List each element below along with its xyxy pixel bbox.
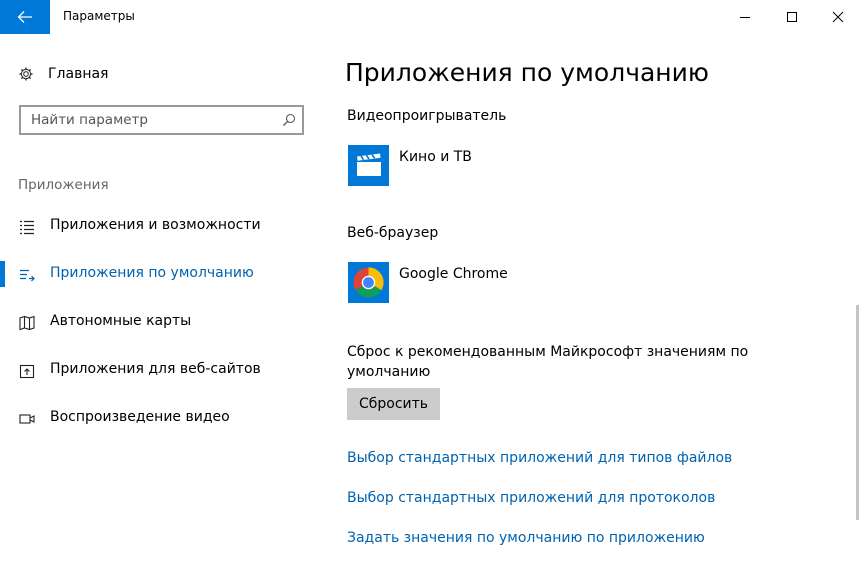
sidebar-item-label: Приложения по умолчанию (50, 265, 254, 281)
minimize-icon (740, 17, 750, 18)
sidebar-item-label: Автономные карты (50, 313, 192, 329)
maximize-button[interactable] (769, 0, 815, 34)
back-button[interactable] (0, 0, 50, 34)
web-browser-app-name: Google Chrome (399, 266, 508, 282)
default-apps-icon (20, 269, 35, 282)
gear-icon (19, 67, 33, 81)
reset-button[interactable]: Сбросить (347, 388, 440, 420)
chrome-icon (348, 262, 389, 303)
section-label: Приложения (18, 177, 109, 193)
web-browser-label: Веб-браузер (347, 225, 439, 241)
sidebar-item-apps-features[interactable]: Приложения и возможности (0, 209, 326, 243)
sidebar-item-video-playback[interactable]: Воспроизведение видео (0, 401, 326, 435)
sidebar-item-default-apps[interactable]: Приложения по умолчанию (0, 257, 326, 291)
sidebar-item-label: Приложения для веб-сайтов (50, 361, 261, 377)
map-icon (19, 315, 35, 331)
window-title: Параметры (63, 9, 135, 23)
reset-description: Сброс к рекомендованным Майкрософт значе… (347, 344, 749, 380)
minimize-button[interactable] (722, 0, 768, 34)
search-input[interactable] (21, 107, 281, 133)
home-label: Главная (48, 66, 109, 82)
link-protocols[interactable]: Выбор стандартных приложений для протоко… (347, 490, 715, 506)
sidebar-item-apps-websites[interactable]: Приложения для веб-сайтов (0, 353, 326, 387)
video-player-app[interactable]: Кино и ТВ (348, 145, 708, 187)
arrow-left-icon (17, 11, 32, 23)
main-content: Приложения по умолчанию Видеопроигрывате… (326, 34, 856, 568)
video-player-app-name: Кино и ТВ (399, 149, 472, 165)
video-player-label: Видеопроигрыватель (347, 108, 507, 124)
sidebar-item-label: Воспроизведение видео (50, 409, 230, 425)
title-bar: Параметры (0, 0, 862, 34)
sidebar-item-offline-maps[interactable]: Автономные карты (0, 305, 326, 339)
web-browser-app[interactable]: Google Chrome (348, 262, 708, 304)
search-icon[interactable] (282, 113, 296, 127)
apps-list-icon (20, 220, 34, 235)
search-box (19, 105, 304, 135)
scrollbar[interactable] (856, 305, 859, 520)
web-app-icon (19, 364, 35, 379)
page-title: Приложения по умолчанию (345, 58, 709, 87)
close-icon (832, 11, 844, 23)
home-link[interactable]: Главная (18, 64, 108, 84)
close-button[interactable] (815, 0, 861, 34)
link-file-types[interactable]: Выбор стандартных приложений для типов ф… (347, 450, 732, 466)
maximize-icon (787, 12, 797, 22)
movies-tv-icon (348, 145, 389, 186)
sidebar-item-label: Приложения и возможности (50, 217, 261, 233)
sidebar: Главная Приложения Приложения и возможно… (0, 34, 326, 568)
link-by-app[interactable]: Задать значения по умолчанию по приложен… (347, 530, 705, 546)
video-icon (19, 414, 35, 424)
